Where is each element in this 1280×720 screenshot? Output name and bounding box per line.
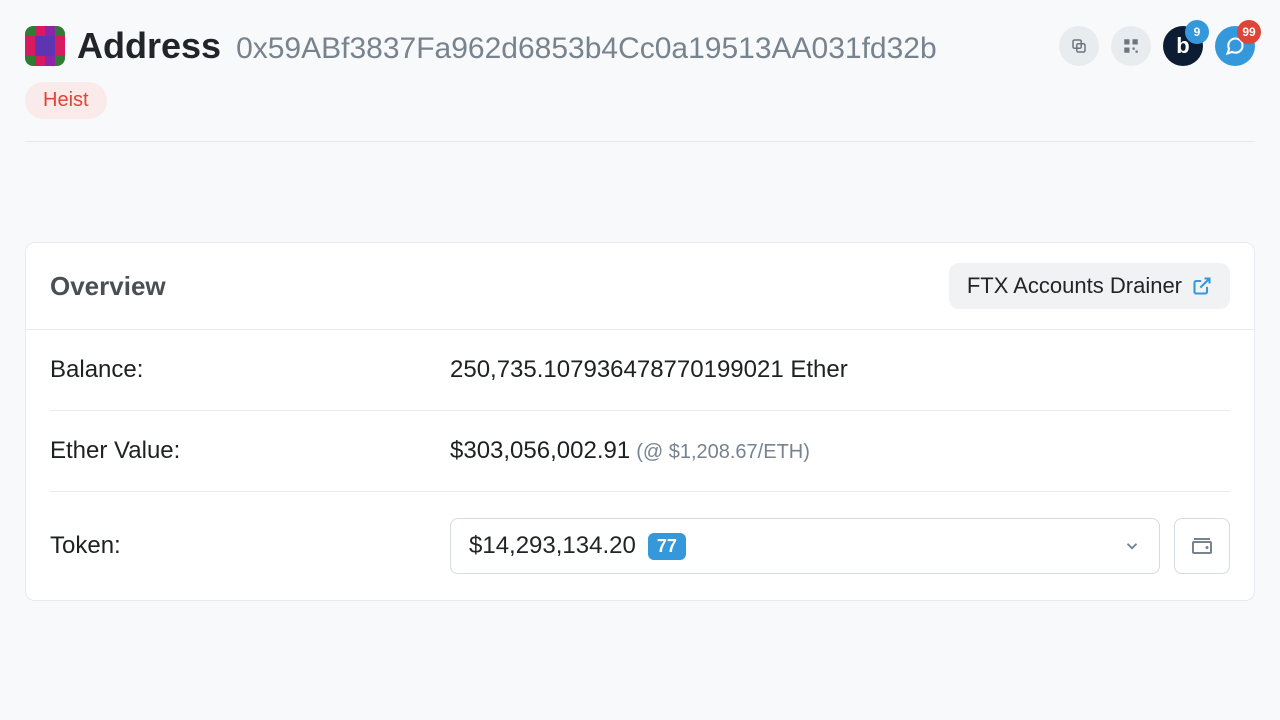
wallet-button[interactable]	[1174, 518, 1230, 574]
ether-value-label: Ether Value:	[50, 437, 450, 465]
token-label: Token:	[50, 532, 450, 560]
address-identicon	[25, 26, 65, 66]
card-title: Overview	[50, 271, 166, 302]
drainer-label: FTX Accounts Drainer	[967, 273, 1182, 299]
card-header: Overview FTX Accounts Drainer	[26, 243, 1254, 330]
ether-value-rate: (@ $1,208.67/ETH)	[636, 441, 810, 464]
tag-row: Heist	[25, 82, 1255, 119]
external-link-icon	[1192, 276, 1212, 296]
token-row: Token: $14,293,134.20 77	[50, 491, 1230, 600]
wallet-icon	[1190, 534, 1214, 558]
page-title: Address	[77, 25, 221, 67]
balance-label: Balance:	[50, 356, 450, 384]
balance-value: 250,735.107936478770199021 Ether	[450, 356, 1230, 384]
divider	[25, 141, 1255, 142]
address-header: Address 0x59ABf3837Fa962d6853b4Cc0a19513…	[25, 25, 1255, 67]
ether-value-row: Ether Value: $303,056,002.91 (@ $1,208.6…	[50, 410, 1230, 491]
token-count-badge: 77	[648, 533, 686, 560]
heist-tag[interactable]: Heist	[25, 82, 107, 119]
token-amount: $14,293,134.20	[469, 532, 636, 560]
header-actions: b 9 99	[1059, 26, 1255, 66]
b-badge: 9	[1185, 20, 1209, 44]
balance-row: Balance: 250,735.107936478770199021 Ethe…	[50, 330, 1230, 410]
address-hash: 0x59ABf3837Fa962d6853b4Cc0a19513AA031fd3…	[236, 32, 937, 66]
drainer-link[interactable]: FTX Accounts Drainer	[949, 263, 1230, 309]
qr-icon	[1122, 37, 1140, 55]
title-wrap: Address 0x59ABf3837Fa962d6853b4Cc0a19513…	[77, 25, 1047, 67]
chevron-down-icon	[1123, 537, 1141, 555]
qr-button[interactable]	[1111, 26, 1151, 66]
token-dropdown[interactable]: $14,293,134.20 77	[450, 518, 1160, 574]
ether-value-value: $303,056,002.91 (@ $1,208.67/ETH)	[450, 437, 1230, 465]
copy-button[interactable]	[1059, 26, 1099, 66]
ether-value-amount: $303,056,002.91	[450, 437, 630, 465]
overview-card: Overview FTX Accounts Drainer Balance: 2…	[25, 242, 1255, 601]
chat-badge: 99	[1237, 20, 1261, 44]
copy-icon	[1070, 37, 1088, 55]
